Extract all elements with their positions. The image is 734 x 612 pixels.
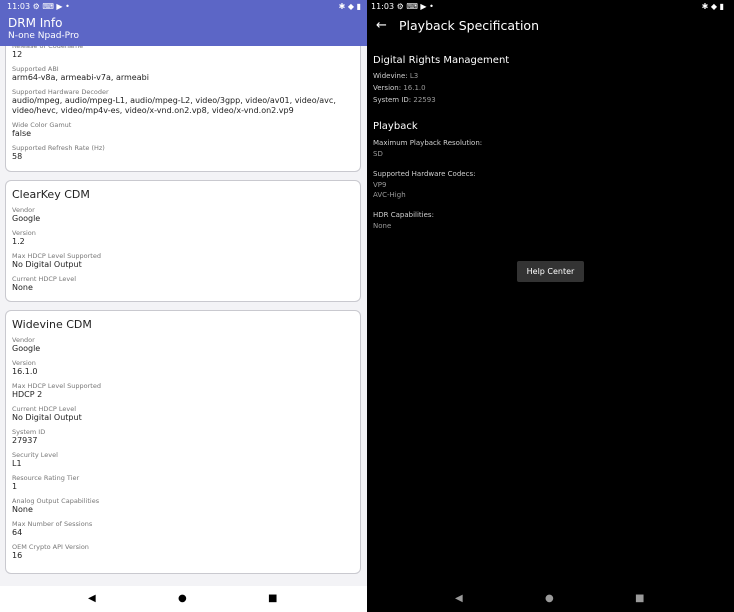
status-right-icons: ✱ ◆ ▮: [701, 2, 724, 11]
info-row: Vendor Google: [12, 206, 360, 224]
info-label: Supported ABI: [12, 65, 59, 73]
info-value: 64: [12, 528, 23, 537]
nav-bar: ◀ ● ■: [0, 586, 367, 612]
info-row: System ID 27937: [12, 428, 360, 446]
info-label: Max HDCP Level Supported: [12, 382, 101, 390]
info-row: Supported ABI arm64-v8a, armeabi-v7a, arm…: [12, 65, 360, 83]
info-value: No Digital Output: [12, 260, 82, 269]
codecs-label: Supported Hardware Codecs:: [373, 170, 476, 178]
info-label: Analog Output Capabilities: [12, 497, 100, 505]
info-label: OEM Crypto API Version: [12, 543, 89, 551]
help-center-button[interactable]: Help Center: [517, 261, 584, 282]
info-value: HDCP 2: [12, 390, 43, 399]
info-label: Security Level: [12, 451, 58, 459]
info-label: Current HDCP Level: [12, 275, 77, 283]
info-value: 1.2: [12, 237, 25, 246]
info-value: None: [12, 505, 33, 514]
codec-item: VP9: [373, 181, 387, 189]
status-icons: ⚙ ⌨ ▶ •: [32, 2, 70, 11]
info-row: Security Level L1: [12, 451, 360, 469]
hdr-value: None: [373, 222, 392, 230]
info-value: 16: [12, 551, 23, 560]
info-label: Wide Color Gamut: [12, 121, 72, 129]
nav-back-icon[interactable]: ◀: [88, 593, 96, 604]
drm-section-title: Digital Rights Management: [373, 55, 510, 66]
info-row: Resource Rating Tier 1: [12, 474, 360, 492]
clearkey-title: ClearKey CDM: [12, 188, 90, 201]
device-subtitle: N-one Npad-Pro: [8, 31, 79, 41]
info-value: arm64-v8a, armeabi-v7a, armeabi: [12, 73, 149, 82]
playback-spec-pane: 11:03 ⚙ ⌨ ▶ • ✱ ◆ ▮ ← Playback Specifica…: [367, 0, 734, 612]
status-time: 11:03: [7, 2, 31, 11]
widevine-level: Widevine: L3: [373, 72, 419, 80]
status-time: 11:03: [371, 2, 395, 11]
app-bar: 11:03 ⚙ ⌨ ▶ • ✱ ◆ ▮ DRM Info N-one Npad-…: [0, 0, 367, 46]
info-label: Current HDCP Level: [12, 405, 77, 413]
info-row: OEM Crypto API Version 16: [12, 543, 360, 561]
info-row: Max Number of Sessions 64: [12, 520, 360, 538]
nav-home-icon[interactable]: ●: [178, 593, 187, 604]
app-title: DRM Info: [8, 16, 63, 30]
info-row: Version 1.2: [12, 229, 360, 247]
status-bar-left: 11:03 ⚙ ⌨ ▶ •: [7, 2, 70, 11]
info-row: Current HDCP Level No Digital Output: [12, 405, 360, 423]
drm-info-scroll[interactable]: Release or Codename 12 Supported ABI arm64-…: [0, 46, 367, 586]
device-info-card: Release or Codename 12 Supported ABI arm64-…: [5, 46, 361, 172]
nav-recents-icon[interactable]: ■: [635, 593, 644, 604]
back-arrow-icon[interactable]: ←: [376, 18, 387, 33]
info-value: 27937: [12, 436, 38, 445]
info-label: Vendor: [12, 206, 35, 214]
info-row: Analog Output Capabilities None: [12, 497, 360, 515]
status-right-icons: ✱ ◆ ▮: [338, 2, 361, 11]
status-bar-left: 11:03 ⚙ ⌨ ▶ •: [371, 2, 434, 11]
max-resolution-value: SD: [373, 150, 383, 158]
max-resolution-label: Maximum Playback Resolution:: [373, 139, 483, 147]
clearkey-card: ClearKey CDM Vendor Google Version 1.2 Max H…: [5, 180, 361, 302]
info-value: L1: [12, 459, 22, 468]
hdr-label: HDR Capabilities:: [373, 211, 434, 219]
info-row: Supported Refresh Rate (Hz) 58: [12, 144, 360, 162]
info-value: false: [12, 129, 32, 138]
info-label: Supported Hardware Decoder: [12, 88, 109, 96]
nav-bar: ◀ ● ■: [367, 586, 734, 612]
nav-home-icon[interactable]: ●: [545, 593, 554, 604]
info-value: 1: [12, 482, 18, 491]
info-row: Supported Hardware Decoder audio/mpeg, au…: [12, 88, 360, 116]
widevine-version: Version: 16.1.0: [373, 84, 426, 92]
info-row: Vendor Google: [12, 336, 360, 354]
info-value: Google: [12, 344, 41, 353]
page-title: Playback Specification: [399, 18, 540, 33]
codec-item: AVC-High: [373, 191, 406, 199]
nav-recents-icon[interactable]: ■: [268, 593, 277, 604]
info-label: Supported Refresh Rate (Hz): [12, 144, 105, 152]
status-icons: ⚙ ⌨ ▶ •: [396, 2, 434, 11]
info-row: Release or Codename 12: [12, 46, 360, 60]
widevine-card: Widevine CDM Vendor Google Version 16.1.0 Ma…: [5, 310, 361, 574]
info-label: Version: [12, 229, 36, 237]
info-value: 12: [12, 50, 23, 59]
info-value: None: [12, 283, 33, 292]
drm-info-pane: Release or Codename 12 Supported ABI arm64-…: [0, 0, 367, 612]
info-label: Resource Rating Tier: [12, 474, 80, 482]
info-value: 58: [12, 152, 23, 161]
info-label: Max Number of Sessions: [12, 520, 93, 528]
info-label: Vendor: [12, 336, 35, 344]
info-value: No Digital Output: [12, 413, 82, 422]
info-row: Version 16.1.0: [12, 359, 360, 377]
widevine-title: Widevine CDM: [12, 318, 92, 331]
info-row: Max HDCP Level Supported HDCP 2: [12, 382, 360, 400]
info-label: Max HDCP Level Supported: [12, 252, 101, 260]
system-id: System ID: 22593: [373, 96, 436, 104]
info-row: Max HDCP Level Supported No Digital Outpu…: [12, 252, 360, 270]
info-label: System ID: [12, 428, 46, 436]
info-row: Wide Color Gamut false: [12, 121, 360, 139]
info-row: Current HDCP Level None: [12, 275, 360, 293]
info-value: 16.1.0: [12, 367, 38, 376]
nav-back-icon[interactable]: ◀: [455, 593, 463, 604]
info-value: audio/mpeg, audio/mpeg-L1, audio/mpeg-L2…: [12, 96, 336, 115]
info-label: Version: [12, 359, 36, 367]
info-value: Google: [12, 214, 41, 223]
playback-section-title: Playback: [373, 121, 418, 132]
